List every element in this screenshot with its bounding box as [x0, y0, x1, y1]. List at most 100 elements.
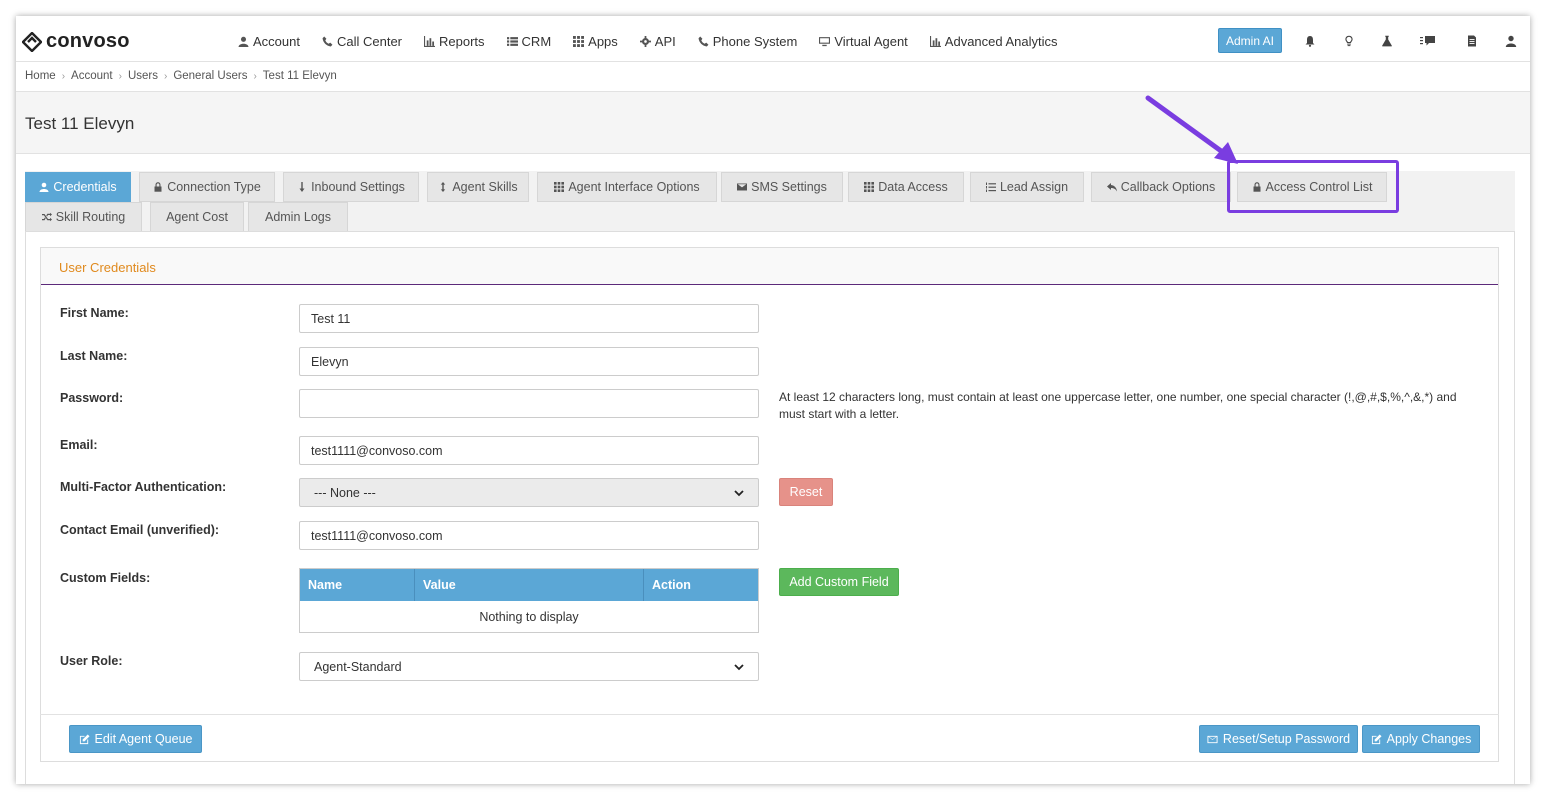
tab-label: SMS Settings — [751, 180, 827, 194]
grid-icon — [864, 182, 875, 192]
nav-crm[interactable]: CRM — [506, 34, 552, 49]
apply-changes-button[interactable]: Apply Changes — [1362, 725, 1480, 753]
annotation-arrow-icon — [1145, 95, 1238, 164]
bell-icon[interactable] — [1304, 35, 1316, 47]
tab-label: Lead Assign — [999, 180, 1069, 194]
email-input[interactable]: test1111@convoso.com — [299, 436, 759, 465]
column-name-header[interactable]: Name — [300, 569, 415, 601]
nav-api[interactable]: API — [639, 34, 676, 49]
mfa-select[interactable]: --- None --- — [299, 478, 759, 507]
admin-ai-button[interactable]: Admin AI — [1218, 28, 1282, 53]
nav-phone-system-label: Phone System — [712, 34, 798, 49]
nav-reports[interactable]: Reports — [424, 34, 485, 49]
arrows-vertical-icon — [441, 182, 446, 192]
tab-inbound-settings[interactable]: Inbound Settings — [283, 172, 419, 202]
nav-virtual-agent[interactable]: Virtual Agent — [819, 34, 908, 49]
feedback-icon[interactable] — [1420, 35, 1436, 47]
top-navbar: convoso Account Call Center Reports CRM … — [16, 16, 1530, 62]
breadcrumb-users[interactable]: Users — [128, 70, 158, 82]
bar-chart-icon — [424, 36, 436, 47]
breadcrumb-separator-icon: › — [61, 70, 66, 82]
nav-phone-system[interactable]: Phone System — [698, 34, 798, 49]
app-window: convoso Account Call Center Reports CRM … — [16, 16, 1530, 784]
nav-virtual-agent-label: Virtual Agent — [834, 34, 908, 49]
envelope-icon — [1207, 735, 1218, 743]
main-menu: Account Call Center Reports CRM Apps API — [238, 34, 1058, 49]
tab-label: Inbound Settings — [311, 180, 405, 194]
breadcrumb-separator-icon: › — [253, 70, 257, 82]
password-input[interactable] — [299, 389, 759, 418]
user-role-select-value: Agent-Standard — [314, 659, 402, 674]
edit-agent-queue-button[interactable]: Edit Agent Queue — [69, 725, 202, 753]
tab-agent-interface-options[interactable]: Agent Interface Options — [537, 172, 717, 202]
password-label: Password: — [60, 391, 124, 405]
breadcrumb-separator-icon: › — [163, 70, 168, 82]
panel-header: User Credentials — [41, 248, 1498, 285]
reset-setup-password-button[interactable]: Reset/Setup Password — [1199, 725, 1358, 753]
tab-label: Skill Routing — [55, 210, 126, 224]
nav-advanced-analytics[interactable]: Advanced Analytics — [929, 34, 1058, 49]
nav-api-label: API — [654, 34, 676, 49]
document-icon[interactable] — [1466, 35, 1478, 47]
tab-admin-logs[interactable]: Admin Logs — [248, 202, 348, 232]
tab-agent-skills[interactable]: Agent Skills — [427, 172, 529, 202]
lightbulb-icon[interactable] — [1343, 35, 1355, 47]
tab-sms-settings[interactable]: SMS Settings — [721, 172, 843, 202]
edit-icon — [1371, 733, 1382, 744]
bar-chart-icon — [929, 36, 941, 47]
shuffle-icon — [41, 212, 52, 222]
page-header: Test 11 Elevyn — [16, 91, 1530, 154]
tab-credentials[interactable]: Credentials — [25, 172, 131, 202]
breadcrumb: Home › Account › Users › General Users ›… — [25, 70, 337, 82]
chevron-down-icon — [734, 489, 744, 496]
reply-icon — [1106, 183, 1117, 192]
phone-icon — [322, 36, 333, 47]
monitor-icon — [819, 37, 831, 47]
reset-setup-password-label: Reset/Setup Password — [1222, 732, 1351, 746]
nav-apps-label: Apps — [588, 34, 618, 49]
credentials-panel: User Credentials — [40, 247, 1499, 762]
apply-changes-label: Apply Changes — [1386, 732, 1472, 746]
mfa-select-value: --- None --- — [314, 485, 376, 500]
last-name-input[interactable]: Elevyn — [299, 347, 759, 376]
mfa-reset-button[interactable]: Reset — [779, 478, 833, 506]
tab-connection-type[interactable]: Connection Type — [139, 172, 275, 202]
envelope-icon — [737, 183, 748, 191]
user-role-select[interactable]: Agent-Standard — [299, 652, 759, 681]
tab-lead-assign[interactable]: Lead Assign — [970, 172, 1084, 202]
nav-call-center[interactable]: Call Center — [322, 34, 402, 49]
tab-label: Data Access — [878, 180, 948, 194]
tab-label: Credentials — [53, 180, 117, 194]
gear-icon — [639, 36, 651, 47]
nav-crm-label: CRM — [521, 34, 552, 49]
user-role-label: User Role: — [60, 654, 123, 668]
nav-apps[interactable]: Apps — [573, 34, 618, 49]
chevron-down-icon — [734, 663, 744, 670]
brand-logo[interactable]: convoso — [22, 30, 130, 53]
breadcrumb-home[interactable]: Home — [25, 70, 56, 82]
first-name-input[interactable]: Test 11 — [299, 304, 759, 333]
add-custom-field-button[interactable]: Add Custom Field — [779, 568, 899, 596]
brand-name: convoso — [46, 30, 130, 52]
contact-email-input[interactable]: test1111@convoso.com — [299, 521, 759, 550]
tab-data-access[interactable]: Data Access — [848, 172, 964, 202]
tab-label: Admin Logs — [264, 210, 331, 224]
user-menu-icon[interactable] — [1505, 35, 1517, 47]
column-action-header: Action — [652, 578, 691, 592]
convoso-logo-icon — [22, 31, 42, 52]
breadcrumb-account[interactable]: Account — [71, 70, 113, 82]
last-name-label: Last Name: — [60, 349, 128, 363]
nav-account[interactable]: Account — [238, 34, 300, 49]
column-value-header[interactable]: Value — [415, 569, 644, 601]
flask-icon[interactable] — [1381, 35, 1393, 47]
tab-agent-cost[interactable]: Agent Cost — [150, 202, 244, 232]
email-label: Email: — [60, 438, 98, 452]
breadcrumb-general-users[interactable]: General Users — [173, 70, 247, 82]
grid-icon — [573, 36, 585, 47]
panel-title: User Credentials — [59, 260, 156, 275]
tab-skill-routing[interactable]: Skill Routing — [25, 202, 142, 232]
arrow-down-icon — [299, 182, 305, 192]
lock-icon — [154, 182, 162, 192]
contact-email-label: Contact Email (unverified): — [60, 523, 220, 537]
custom-fields-label: Custom Fields: — [60, 571, 151, 585]
